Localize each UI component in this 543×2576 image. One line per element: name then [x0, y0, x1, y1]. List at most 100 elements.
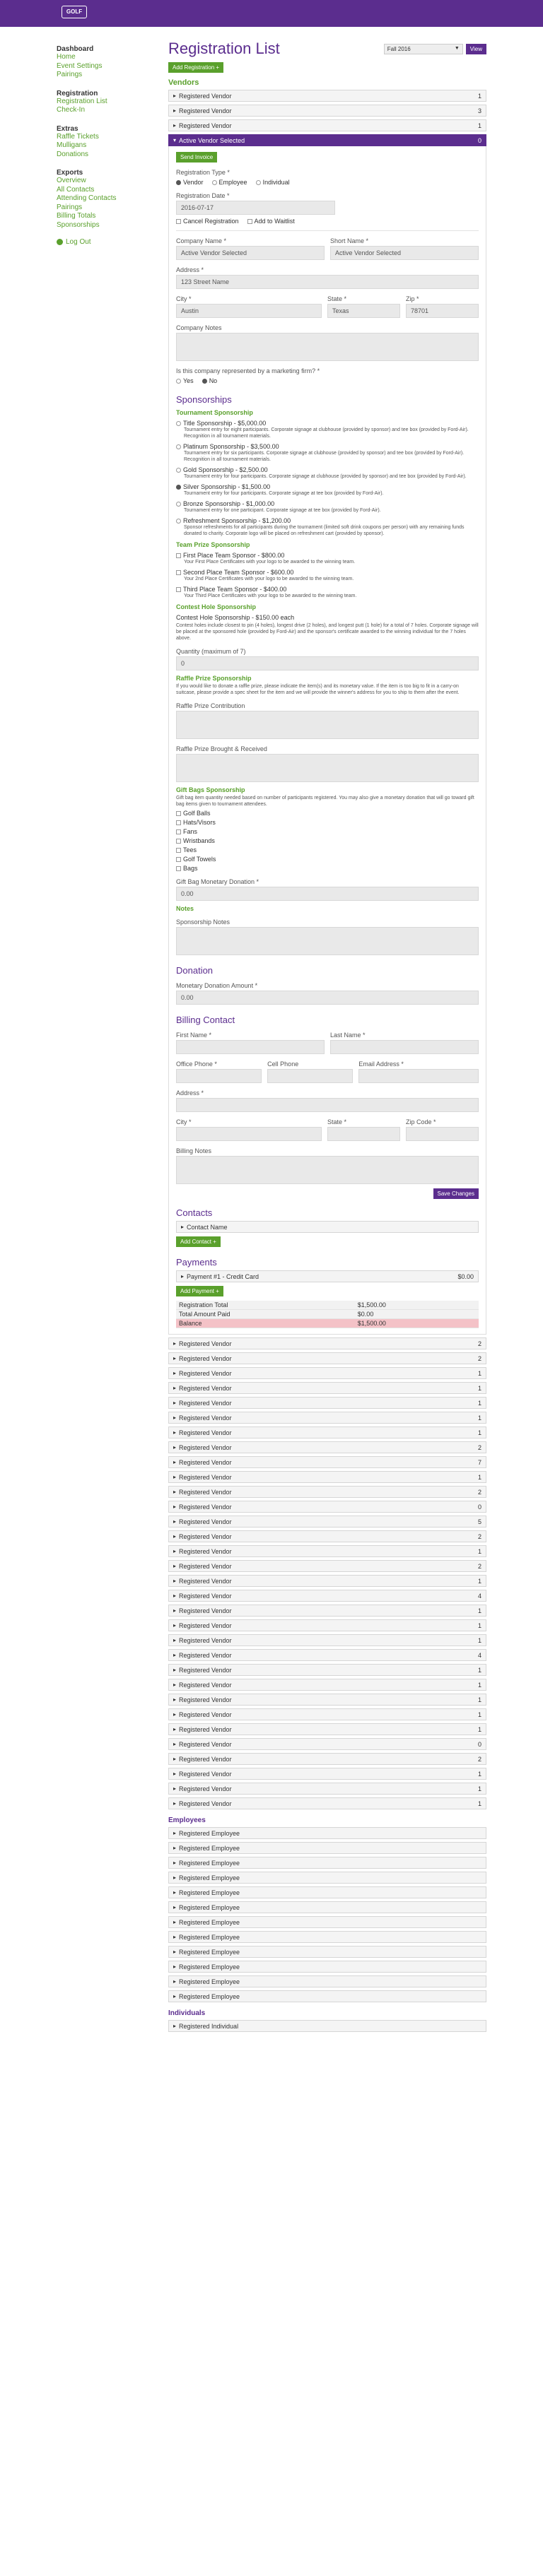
- payment-item[interactable]: ▸ Payment #1 - Credit Card $0.00: [176, 1270, 479, 1282]
- tournament-option[interactable]: Bronze Sponsorship - $1,000.00 Tournament…: [176, 500, 479, 514]
- vendor-row[interactable]: ▸ Registered Vendor 1: [168, 1575, 486, 1587]
- billing-zip-field[interactable]: [406, 1127, 479, 1141]
- logout-link[interactable]: Log Out: [57, 238, 163, 246]
- vendor-row[interactable]: ▸ Registered Vendor 1: [168, 1426, 486, 1438]
- employee-row[interactable]: ▸ Registered Employee: [168, 1916, 486, 1928]
- company-name-field[interactable]: Active Vendor Selected: [176, 246, 325, 260]
- donation-amount-field[interactable]: 0.00: [176, 991, 479, 1005]
- gift-bag-option[interactable]: Bags: [176, 865, 479, 872]
- team-option[interactable]: Third Place Team Sponsor - $400.00 Your T…: [176, 586, 479, 599]
- vendor-row[interactable]: ▸ Registered Vendor 7: [168, 1456, 486, 1468]
- sidebar-link-all-contacts[interactable]: All Contacts: [57, 186, 163, 195]
- vendor-row[interactable]: ▸ Registered Vendor 2: [168, 1560, 486, 1572]
- add-registration-button[interactable]: Add Registration +: [168, 62, 224, 73]
- raffle-brought-field[interactable]: [176, 754, 479, 782]
- quantity-field[interactable]: 0: [176, 656, 479, 670]
- vendor-row[interactable]: ▸ Registered Vendor 1: [168, 1797, 486, 1809]
- sidebar-link-overview[interactable]: Overview: [57, 177, 163, 186]
- vendor-row[interactable]: ▸ Registered Vendor 1: [168, 1723, 486, 1735]
- vendor-row[interactable]: ▸ Registered Vendor 2: [168, 1337, 486, 1349]
- vendor-row[interactable]: ▸ Registered Vendor 1: [168, 1679, 486, 1691]
- billing-notes-field[interactable]: [176, 1156, 479, 1184]
- short-name-field[interactable]: Active Vendor Selected: [330, 246, 479, 260]
- tournament-option[interactable]: Gold Sponsorship - $2,500.00 Tournament e…: [176, 466, 479, 480]
- billing-city-field[interactable]: [176, 1127, 322, 1141]
- employee-row[interactable]: ▸ Registered Employee: [168, 1946, 486, 1958]
- vendor-row[interactable]: ▸ Registered Vendor 4: [168, 1649, 486, 1661]
- active-vendor-header[interactable]: ▾ Active Vendor Selected 0: [168, 134, 486, 146]
- vendor-row[interactable]: ▸ Registered Vendor 1: [168, 1605, 486, 1617]
- state-select[interactable]: Texas: [327, 304, 400, 318]
- vendor-row[interactable]: ▸ Registered Vendor 1: [168, 1768, 486, 1780]
- waitlist-checkbox[interactable]: Add to Waitlist: [247, 218, 295, 225]
- vendor-row[interactable]: ▸ Registered Vendor 5: [168, 1516, 486, 1528]
- add-contact-button[interactable]: Add Contact +: [176, 1236, 221, 1247]
- employee-row[interactable]: ▸ Registered Employee: [168, 1990, 486, 2002]
- fiscal-year-select[interactable]: Fall 2016 ▼: [383, 44, 463, 54]
- vendor-row[interactable]: ▸ Registered Vendor 1: [168, 1634, 486, 1646]
- individual-row[interactable]: ▸ Registered Individual: [168, 2020, 486, 2032]
- employee-row[interactable]: ▸ Registered Employee: [168, 1886, 486, 1898]
- gift-bag-donation-field[interactable]: 0.00: [176, 887, 479, 901]
- contact-item[interactable]: ▸ Contact Name: [176, 1221, 479, 1233]
- vendor-row[interactable]: ▸ Registered Vendor 2: [168, 1530, 486, 1542]
- raffle-contribution-field[interactable]: [176, 711, 479, 739]
- tournament-option[interactable]: Title Sponsorship - $5,000.00 Tournament …: [176, 420, 479, 439]
- gift-bag-option[interactable]: Golf Balls: [176, 810, 479, 817]
- sidebar-link-raffle-tickets[interactable]: Raffle Tickets: [57, 133, 163, 142]
- gift-bag-option[interactable]: Golf Towels: [176, 856, 479, 863]
- gift-bag-option[interactable]: Tees: [176, 846, 479, 853]
- vendor-row[interactable]: ▸ Registered Vendor 1: [168, 1412, 486, 1424]
- send-invoice-button[interactable]: Send Invoice: [176, 152, 218, 163]
- vendor-row[interactable]: ▸ Registered Vendor 1: [168, 1708, 486, 1720]
- last-name-field[interactable]: [330, 1040, 479, 1054]
- billing-address-field[interactable]: [176, 1098, 479, 1112]
- gift-bag-option[interactable]: Hats/Visors: [176, 819, 479, 826]
- vendor-row[interactable]: ▸ Registered Vendor 1: [168, 119, 486, 131]
- vendor-row[interactable]: ▸ Registered Vendor 1: [168, 1545, 486, 1557]
- team-option[interactable]: First Place Team Sponsor - $800.00 Your F…: [176, 552, 479, 565]
- tournament-option[interactable]: Silver Sponsorship - $1,500.00 Tournament…: [176, 483, 479, 497]
- employee-row[interactable]: ▸ Registered Employee: [168, 1931, 486, 1943]
- add-payment-button[interactable]: Add Payment +: [176, 1286, 223, 1296]
- marketing-no-radio[interactable]: No: [202, 377, 217, 384]
- tournament-option[interactable]: Platinum Sponsorship - $3,500.00 Tourname…: [176, 443, 479, 463]
- employee-row[interactable]: ▸ Registered Employee: [168, 1901, 486, 1913]
- sidebar-link-registration-list[interactable]: Registration List: [57, 98, 163, 107]
- save-changes-button[interactable]: Save Changes: [433, 1188, 479, 1199]
- vendor-row[interactable]: ▸ Registered Vendor 1: [168, 90, 486, 102]
- view-button[interactable]: View: [465, 44, 486, 54]
- sidebar-link-home[interactable]: Home: [57, 53, 163, 62]
- vendor-row[interactable]: ▸ Registered Vendor 0: [168, 1738, 486, 1750]
- vendor-row[interactable]: ▸ Registered Vendor 1: [168, 1471, 486, 1483]
- sidebar-link-sponsorships[interactable]: Sponsorships: [57, 221, 163, 230]
- vendor-row[interactable]: ▸ Registered Vendor 3: [168, 105, 486, 117]
- team-option[interactable]: Second Place Team Sponsor - $600.00 Your …: [176, 569, 479, 582]
- employee-row[interactable]: ▸ Registered Employee: [168, 1842, 486, 1854]
- sidebar-link-event-settings[interactable]: Event Settings: [57, 62, 163, 71]
- zip-field[interactable]: 78701: [406, 304, 479, 318]
- office-phone-field[interactable]: [176, 1069, 262, 1083]
- first-name-field[interactable]: [176, 1040, 325, 1054]
- address-field[interactable]: 123 Street Name: [176, 275, 479, 289]
- vendor-row[interactable]: ▸ Registered Vendor 2: [168, 1441, 486, 1453]
- vendor-row[interactable]: ▸ Registered Vendor 1: [168, 1619, 486, 1631]
- gift-bag-option[interactable]: Fans: [176, 828, 479, 835]
- logo[interactable]: GOLF: [62, 6, 87, 18]
- gift-bag-option[interactable]: Wristbands: [176, 837, 479, 844]
- vendor-row[interactable]: ▸ Registered Vendor 1: [168, 1783, 486, 1795]
- sidebar-link-pairings[interactable]: Pairings: [57, 71, 163, 80]
- sponsorship-notes-field[interactable]: [176, 927, 479, 955]
- tournament-option[interactable]: Refreshment Sponsorship - $1,200.00 Spons…: [176, 517, 479, 537]
- sidebar-link-check-in[interactable]: Check-In: [57, 106, 163, 115]
- billing-state-select[interactable]: [327, 1127, 400, 1141]
- reg-type-radio-individual[interactable]: Individual: [255, 179, 290, 186]
- vendor-row[interactable]: ▸ Registered Vendor 2: [168, 1486, 486, 1498]
- vendor-row[interactable]: ▸ Registered Vendor 1: [168, 1367, 486, 1379]
- reg-date-field[interactable]: 2016-07-17: [176, 201, 335, 215]
- email-field[interactable]: [358, 1069, 479, 1083]
- employee-row[interactable]: ▸ Registered Employee: [168, 1857, 486, 1869]
- sidebar-link-pairings[interactable]: Pairings: [57, 203, 163, 213]
- cell-phone-field[interactable]: [267, 1069, 354, 1083]
- vendor-row[interactable]: ▸ Registered Vendor 4: [168, 1590, 486, 1602]
